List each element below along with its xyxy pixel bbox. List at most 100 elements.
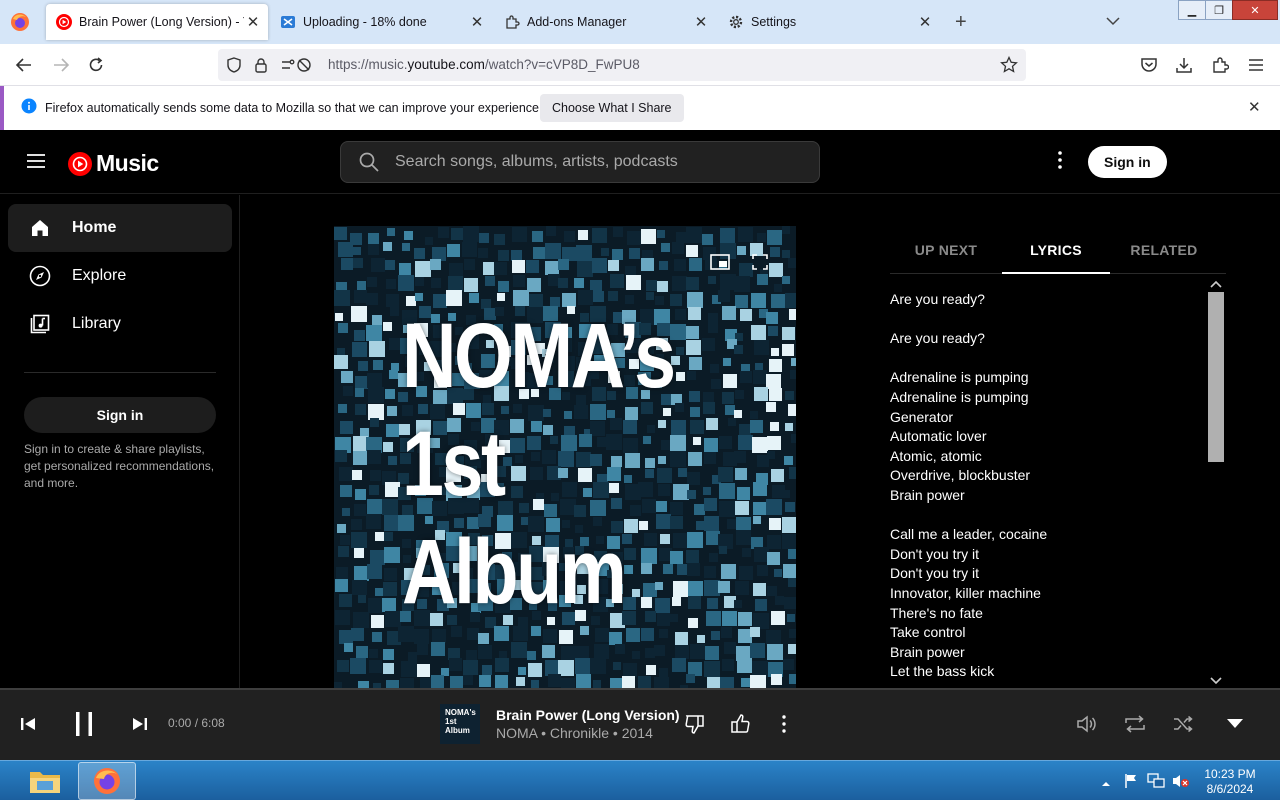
mosaic-tile — [441, 668, 449, 676]
like-thumb-up-icon[interactable] — [729, 713, 751, 735]
lyric-line: There's no fate — [890, 604, 983, 621]
mosaic-tile — [739, 566, 753, 580]
mosaic-tile — [355, 489, 366, 500]
sidebar-item-explore[interactable]: Explore — [8, 252, 232, 300]
now-playing-thumbnail[interactable]: NOMA's 1st Album — [440, 704, 480, 744]
firefox-menu-icon[interactable] — [8, 10, 32, 34]
restore-window-icon[interactable]: ❐ — [1205, 0, 1233, 20]
reload-icon[interactable] — [86, 55, 106, 75]
tab-addons-manager[interactable]: Add-ons Manager ✕ — [494, 4, 716, 40]
network-icon[interactable] — [1147, 773, 1165, 794]
mosaic-tile — [704, 498, 717, 511]
mosaic-tile — [632, 651, 640, 659]
mosaic-tile — [754, 340, 769, 355]
choose-what-i-share-button[interactable]: Choose What I Share — [540, 94, 684, 122]
mosaic-tile — [675, 309, 686, 320]
more-actions-icon[interactable] — [777, 714, 791, 734]
yt-music-logo[interactable]: Music — [68, 150, 159, 177]
sidebar-item-library[interactable]: Library — [8, 300, 232, 348]
sidebar-sign-in-button[interactable]: Sign in — [24, 397, 216, 433]
mosaic-tile — [356, 646, 368, 658]
sidebar-item-label: Explore — [72, 267, 127, 284]
lyrics-scrollbar-thumb[interactable] — [1208, 292, 1224, 462]
downloads-icon[interactable] — [1174, 55, 1194, 75]
mosaic-tile — [623, 663, 637, 677]
forward-arrow-icon[interactable] — [51, 55, 71, 75]
back-arrow-icon[interactable] — [14, 55, 34, 75]
album-art[interactable]: NOMA’s 1st Album — [334, 226, 796, 688]
mosaic-tile — [689, 258, 702, 271]
mosaic-tile — [464, 278, 478, 292]
search-icon[interactable] — [359, 152, 379, 177]
miniplayer-icon[interactable] — [710, 254, 730, 275]
repeat-icon[interactable] — [1123, 714, 1147, 734]
tab-uploading[interactable]: Uploading - 18% done ✕ — [270, 4, 492, 40]
mosaic-tile — [337, 660, 349, 672]
address-bar[interactable]: https://music.youtube.com/watch?v=cVP8D_… — [218, 49, 1026, 81]
tab-related[interactable]: RELATED — [1110, 226, 1218, 274]
notification-close-icon[interactable]: ✕ — [1248, 98, 1261, 116]
shuffle-icon[interactable] — [1172, 714, 1194, 734]
mosaic-tile — [351, 519, 362, 530]
mosaic-tile — [391, 363, 399, 371]
system-clock[interactable]: 10:23 PM 8/6/2024 — [1198, 767, 1262, 797]
expand-player-caret-icon[interactable] — [1226, 718, 1244, 730]
mosaic-tile — [495, 658, 509, 672]
permissions-icon[interactable] — [280, 57, 312, 78]
show-hidden-icons-chevron-icon[interactable] — [1101, 775, 1111, 793]
mosaic-tile — [770, 422, 779, 431]
search-box[interactable] — [340, 141, 820, 183]
previous-track-icon[interactable] — [18, 714, 38, 734]
application-menu-icon[interactable] — [1246, 55, 1266, 75]
tab-lyrics[interactable]: LYRICS — [1002, 226, 1110, 274]
windows-taskbar: 10:23 PM 8/6/2024 — [0, 760, 1280, 800]
sign-in-button[interactable]: Sign in — [1088, 146, 1167, 178]
bookmark-star-icon[interactable] — [1000, 55, 1018, 79]
mosaic-tile — [467, 628, 479, 640]
mosaic-tile — [368, 233, 379, 244]
mosaic-tile — [338, 323, 348, 333]
extensions-puzzle-icon[interactable] — [1210, 55, 1230, 75]
firefox-taskbar-icon[interactable] — [78, 762, 136, 800]
search-input[interactable] — [395, 142, 795, 182]
tab-brain-power[interactable]: Brain Power (Long Version) - YouTube Mus… — [46, 4, 268, 40]
minimize-window-icon[interactable]: ▁ — [1178, 0, 1206, 20]
volume-icon[interactable] — [1076, 714, 1098, 734]
volume-muted-icon[interactable] — [1172, 773, 1190, 794]
lock-icon[interactable] — [254, 57, 268, 78]
list-all-tabs-chevron-icon[interactable] — [1106, 13, 1120, 31]
mosaic-tile — [785, 391, 794, 400]
song-title[interactable]: Brain Power (Long Version) — [496, 707, 680, 723]
song-subtitle[interactable]: NOMA • Chronikle • 2014 — [496, 725, 653, 741]
tab-close-icon[interactable]: ✕ — [692, 13, 710, 31]
new-tab-plus-icon[interactable]: + — [955, 11, 967, 34]
mosaic-tile — [340, 485, 352, 497]
url-text[interactable]: https://music.youtube.com/watch?v=cVP8D_… — [328, 57, 640, 72]
mosaic-tile — [750, 627, 760, 637]
mosaic-tile — [425, 237, 433, 245]
tab-close-icon[interactable]: ✕ — [468, 13, 486, 31]
tracking-protection-shield-icon[interactable] — [226, 57, 242, 78]
fullscreen-icon[interactable] — [752, 254, 768, 275]
tab-close-icon[interactable]: ✕ — [244, 13, 262, 31]
tab-up-next[interactable]: UP NEXT — [892, 226, 1000, 274]
close-window-icon[interactable]: ✕ — [1232, 0, 1278, 20]
mosaic-tile — [386, 680, 399, 688]
mosaic-tile — [576, 245, 592, 261]
mosaic-tile — [721, 627, 732, 638]
pocket-icon[interactable] — [1139, 55, 1159, 75]
sidebar-item-home[interactable]: Home — [8, 204, 232, 252]
pause-icon[interactable] — [70, 710, 98, 738]
next-track-icon[interactable] — [130, 714, 150, 734]
dislike-thumb-down-icon[interactable] — [684, 713, 706, 735]
progress-bar[interactable] — [0, 688, 1280, 690]
action-center-flag-icon[interactable] — [1124, 773, 1138, 794]
tab-close-icon[interactable]: ✕ — [916, 13, 934, 31]
hamburger-menu-icon[interactable] — [27, 153, 45, 174]
scroll-up-chevron-icon[interactable] — [1209, 276, 1223, 294]
file-explorer-icon[interactable] — [16, 762, 74, 800]
more-options-icon[interactable] — [1052, 150, 1068, 175]
mosaic-tile — [735, 295, 748, 308]
mosaic-tile — [771, 348, 779, 356]
tab-settings[interactable]: Settings ✕ — [718, 4, 940, 40]
